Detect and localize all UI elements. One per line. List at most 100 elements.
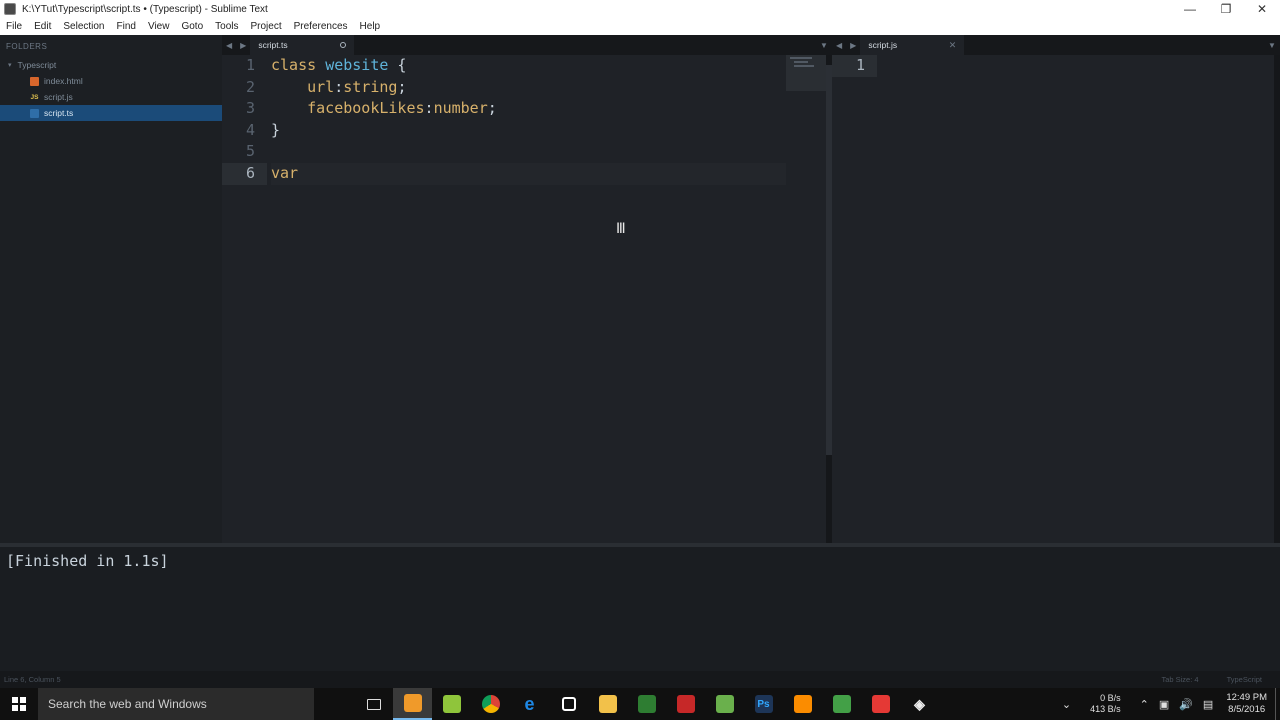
taskbar-app-unity[interactable]: ◈ [900,688,939,720]
punctuation: { [388,56,407,74]
minimap-line [794,65,814,67]
taskbar-app-store[interactable] [549,688,588,720]
taskbar-app-file-explorer[interactable] [588,688,627,720]
tab-size-indicator[interactable]: Tab Size: 4 [1147,675,1212,684]
start-button[interactable] [0,688,38,720]
modified-dot-icon[interactable] [340,42,347,48]
build-output-text: [Finished in 1.1s] [6,552,169,570]
show-desktop-button[interactable] [1275,688,1280,720]
folder-typescript[interactable]: ▾ Typescript [0,57,222,73]
xampp-control-icon [793,695,812,713]
vertical-scrollbar-right[interactable] [1274,55,1280,543]
system-tray: ⌄ 0 B/s 413 B/s ⌃ ▣ 🔊 ▤ 12:49 PM 8/5/201… [1057,688,1280,720]
status-bar: Line 6, Column 5 Tab Size: 4 TypeScript [0,671,1280,688]
store-icon [561,697,576,711]
minimap[interactable] [786,55,826,91]
code-line[interactable]: } [271,120,786,142]
taskbar-app-edge[interactable]: e [510,688,549,720]
windows-logo-icon [12,697,26,711]
taskbar-app-app-red[interactable] [861,688,900,720]
tab-dropdown-icon[interactable]: ▼ [820,41,828,50]
taskbar-app-sublime-text[interactable] [393,688,432,720]
restore-icon[interactable]: ❐ [1208,0,1244,18]
chevron-down-icon[interactable]: ▾ [8,61,12,69]
menu-find[interactable]: Find [111,18,142,35]
arrow-right-icon[interactable]: ▶ [846,41,860,50]
sidebar-file-index-html[interactable]: index.html [0,73,222,89]
taskbar-app-task-view[interactable] [354,688,393,720]
taskbar-app-app-tile[interactable] [705,688,744,720]
keyword: class [271,56,317,74]
menu-selection[interactable]: Selection [57,18,110,35]
taskbar-app-photoshop[interactable]: Ps [744,688,783,720]
tab-bar-right: ◀ ▶ script.js ✕ ▼ [832,35,1280,55]
filezilla-icon [676,695,695,713]
menu-tools[interactable]: Tools [209,18,244,35]
photoshop-icon: Ps [754,695,773,713]
menu-help[interactable]: Help [354,18,387,35]
minimize-icon[interactable]: — [1172,0,1208,18]
chevron-down-icon[interactable]: ⌄ [1062,698,1071,711]
menu-file[interactable]: File [0,18,28,35]
js-file-icon: JS [30,93,39,101]
menu-edit[interactable]: Edit [28,18,57,35]
code-line-active[interactable]: var [271,162,786,185]
line-number: 6 [222,162,267,185]
punctuation: : [424,99,434,118]
close-icon[interactable]: ✕ [1244,0,1280,18]
tab-script-js[interactable]: script.js ✕ [860,35,965,55]
arrow-left-icon[interactable]: ◀ [222,41,236,50]
code-area[interactable]: class website { url:string; facebookLike… [271,55,786,185]
tab-script-ts[interactable]: script.ts [250,35,355,55]
cursor-position: Line 6, Column 5 [4,675,61,684]
close-tab-icon[interactable]: ✕ [949,40,957,51]
title-bar: K:\YTut\Typescript\script.ts • (Typescri… [0,0,1280,18]
net-upload: 0 B/s [1100,693,1121,703]
build-output-panel: [Finished in 1.1s] [0,543,1280,671]
html-file-icon [30,76,39,86]
code-line[interactable]: class website { [271,55,786,77]
code-line[interactable]: facebookLikes:number; [271,98,786,120]
tab-dropdown-icon[interactable]: ▼ [1268,41,1276,50]
taskbar-app-xampp[interactable] [627,688,666,720]
taskbar-app-notepad-plus-plus[interactable] [432,688,471,720]
menu-preferences[interactable]: Preferences [288,18,354,35]
code-line[interactable]: url:string; [271,77,786,99]
taskbar-search-box[interactable]: Search the web and Windows [38,688,314,720]
property: url [307,77,335,96]
clock-date: 8/5/2016 [1228,704,1266,715]
search-placeholder: Search the web and Windows [48,697,207,711]
tab-bar-left: ◀ ▶ script.ts ▼ [222,35,832,55]
network-icon[interactable]: ▣ [1159,698,1169,711]
line-number: 1 [245,56,255,74]
taskbar-app-xampp-control[interactable] [783,688,822,720]
editor-left[interactable]: 1 2 3 4 5 6 class website { url:string; … [222,55,826,543]
sidebar-file-script-js[interactable]: JS script.js [0,89,222,105]
taskbar-app-chrome[interactable] [471,688,510,720]
volume-icon[interactable]: 🔊 [1179,698,1193,711]
menu-view[interactable]: View [142,18,176,35]
type: number [433,99,488,118]
ts-file-icon [30,108,39,118]
edge-icon: e [524,693,535,714]
minimap-line [790,57,812,59]
menu-goto[interactable]: Goto [175,18,209,35]
editor-right[interactable]: 1 [832,55,1280,543]
notification-icon[interactable]: ▤ [1203,698,1213,711]
taskbar-app-utorrent[interactable] [822,688,861,720]
unity-icon: ◈ [914,695,925,712]
taskbar-app-filezilla[interactable] [666,688,705,720]
file-label: index.html [44,76,83,86]
text-cursor-icon: Ⅲ [616,221,626,237]
menu-project[interactable]: Project [245,18,288,35]
code-line[interactable] [271,141,786,163]
task-view-icon [366,698,381,710]
taskbar-clock[interactable]: 12:49 PM 8/5/2016 [1226,692,1267,716]
show-hidden-icons-icon[interactable]: ⌃ [1140,698,1149,711]
arrow-right-icon[interactable]: ▶ [236,41,250,50]
sidebar-file-script-ts[interactable]: script.ts [0,105,222,121]
arrow-left-icon[interactable]: ◀ [832,41,846,50]
line-number: 1 [832,55,877,77]
punctuation: } [271,120,281,139]
syntax-indicator[interactable]: TypeScript [1213,675,1276,684]
